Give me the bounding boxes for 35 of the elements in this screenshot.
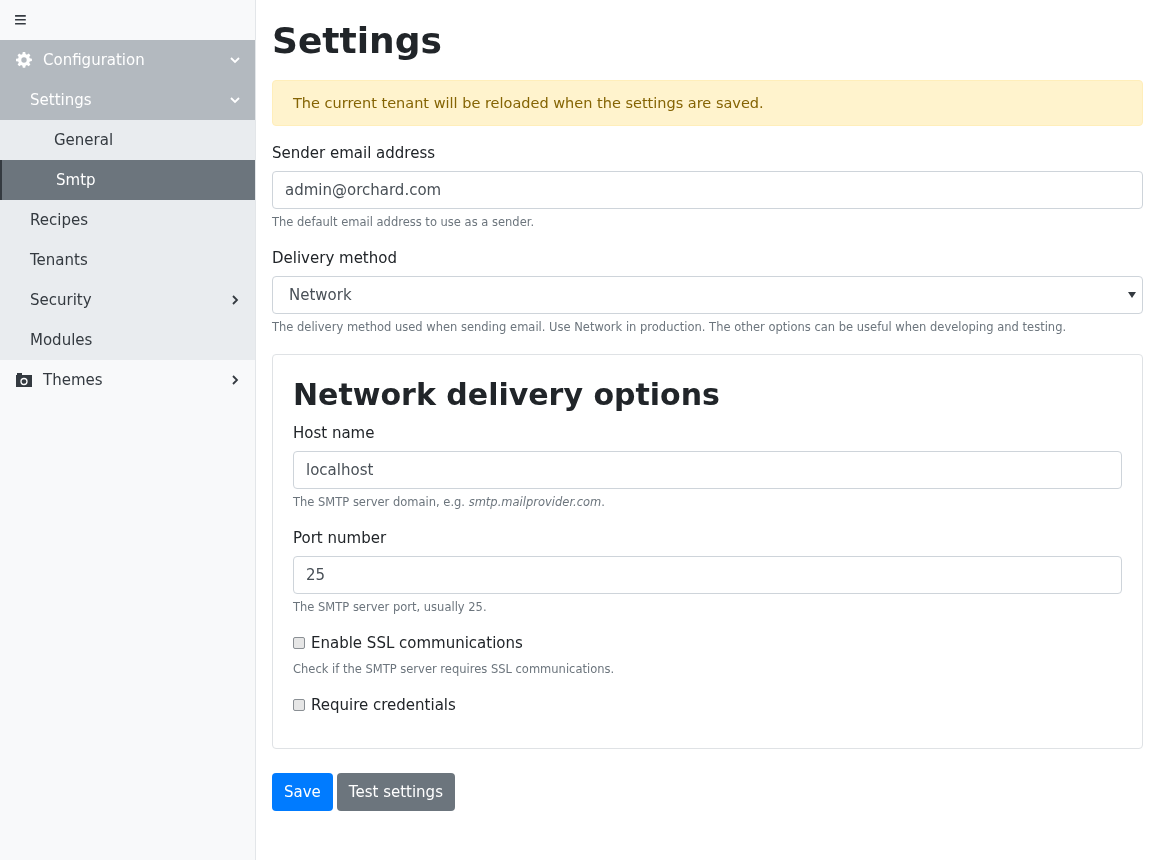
help-text: Check if the SMTP server requires SSL communications. xyxy=(293,662,616,676)
help-text: The SMTP server port, usually 25. xyxy=(293,600,488,614)
caret-icon xyxy=(1128,292,1136,298)
checkbox[interactable] xyxy=(293,699,305,711)
input-field[interactable]: 25 xyxy=(293,556,1122,594)
test-button[interactable]: Test settings xyxy=(336,773,455,811)
checkbox[interactable] xyxy=(293,637,305,649)
page-title: Settings xyxy=(272,19,443,63)
help-text: The delivery method used when sending email. Use Network in production. The other options can be useful when developing and testing. xyxy=(272,320,1068,334)
checkbox-label: Require credentials xyxy=(311,696,456,714)
photo-icon xyxy=(16,373,32,387)
help-text: The default email address to use as a sender. xyxy=(272,215,536,229)
input-field[interactable]: admin@orchard.com xyxy=(272,171,1143,209)
sidebar-item[interactable]: Tenants xyxy=(0,240,255,280)
menu-button[interactable]: ≡ xyxy=(0,0,37,40)
chevron-down-icon xyxy=(229,94,241,106)
field-label: Sender email address xyxy=(272,144,436,162)
help-text: The SMTP server domain, e.g. smtp.mailprovider.com. xyxy=(293,495,606,509)
sidebar-item[interactable]: Modules xyxy=(0,320,255,360)
sidebar-item[interactable]: General xyxy=(0,120,255,160)
gear-icon xyxy=(16,52,32,68)
sidebar-item[interactable]: Smtp xyxy=(0,160,255,200)
sidebar-item[interactable]: Recipes xyxy=(0,200,255,240)
save-button[interactable]: Save xyxy=(272,773,333,811)
select-field[interactable]: Network xyxy=(272,276,1143,314)
sidebar-item[interactable]: Themes xyxy=(0,360,255,400)
sidebar-item[interactable]: Security xyxy=(0,280,255,320)
alert-message: The current tenant will be reloaded when the settings are saved. xyxy=(272,80,1143,126)
field-label: Host name xyxy=(293,424,376,442)
field-label: Port number xyxy=(293,529,388,547)
field-label: Delivery method xyxy=(272,249,398,267)
chevron-down-icon xyxy=(229,54,241,66)
section-title: Network delivery options xyxy=(293,377,721,412)
checkbox-label: Enable SSL communications xyxy=(311,634,523,652)
input-field[interactable]: localhost xyxy=(293,451,1122,489)
